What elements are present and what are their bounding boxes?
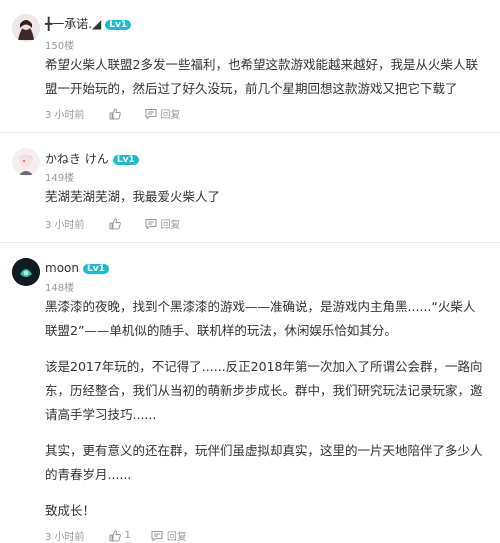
comment-paragraph: 黑漆漆的夜晚，找到个黑漆漆的游戏——准确说，是游戏内主角黑......“火柴人联… <box>45 299 476 338</box>
divider <box>0 242 500 243</box>
comment-icon <box>145 108 157 119</box>
username[interactable]: moon Lv1 <box>45 261 109 275</box>
thumbs-up-icon <box>109 529 121 541</box>
comment-actions: 3 小时前 1 回复 <box>45 528 207 543</box>
comment-paragraph: 希望火柴人联盟2多发一些福利，也希望这款游戏能越来越好，我是从火柴人联盟一开始玩… <box>45 57 478 96</box>
thumbs-up-icon <box>109 107 121 119</box>
username-text[interactable]: ╋一承诺.◢ <box>45 17 101 31</box>
comment-paragraph: 芜湖芜湖芜湖，我最爱火柴人了 <box>45 189 221 204</box>
comment-paragraph: 其实，更有意义的还在群，玩伴们虽虚拟却真实，这里的一片天地陪伴了多少人的青春岁月… <box>45 443 483 482</box>
avatar[interactable] <box>12 14 40 42</box>
floor-number: 148楼 <box>45 283 75 294</box>
comment-body: 希望火柴人联盟2多发一些福利，也希望这款游戏能越来越好，我是从火柴人联盟一开始玩… <box>45 53 485 101</box>
like-button[interactable] <box>109 107 125 120</box>
like-button[interactable] <box>109 217 125 230</box>
like-button[interactable]: 1 <box>109 529 131 542</box>
floor-number: 149楼 <box>45 173 75 184</box>
comment-body: 黑漆漆的夜晚，找到个黑漆漆的游戏——准确说，是游戏内主角黑......“火柴人联… <box>45 295 485 535</box>
username-text[interactable]: かねき けん <box>45 152 109 166</box>
like-count: 1 <box>124 530 131 541</box>
username[interactable]: かねき けん Lv1 <box>45 150 139 167</box>
reply-button[interactable]: 回复 <box>145 106 181 121</box>
username[interactable]: ╋一承诺.◢ Lv1 <box>45 15 132 32</box>
divider <box>0 132 500 133</box>
reply-label[interactable]: 回复 <box>161 216 181 231</box>
comment-icon <box>151 530 163 541</box>
floor-number: 150楼 <box>45 41 75 52</box>
avatar[interactable] <box>12 258 40 286</box>
timestamp: 3 小时前 <box>45 532 85 543</box>
reply-label[interactable]: 回复 <box>167 528 187 543</box>
timestamp: 3 小时前 <box>45 110 85 121</box>
level-badge: Lv1 <box>82 264 109 274</box>
username-text[interactable]: moon <box>45 261 79 275</box>
comment-actions: 3 小时前 回复 <box>45 106 201 121</box>
comment-body: 芜湖芜湖芜湖，我最爱火柴人了 <box>45 185 485 209</box>
level-badge: Lv1 <box>105 20 132 30</box>
thumbs-up-icon <box>109 217 121 229</box>
reply-button[interactable]: 回复 <box>145 216 181 231</box>
comment-actions: 3 小时前 回复 <box>45 216 201 231</box>
timestamp: 3 小时前 <box>45 220 85 231</box>
comment-paragraph: 该是2017年玩的，不记得了......反正2018年第一次加入了所谓公会群，一… <box>45 359 483 422</box>
comment-paragraph: 致成长！ <box>45 503 96 518</box>
level-badge: Lv1 <box>112 155 139 165</box>
reply-label[interactable]: 回复 <box>161 106 181 121</box>
avatar[interactable] <box>12 148 40 176</box>
comment-icon <box>145 218 157 229</box>
reply-button[interactable]: 回复 <box>151 528 187 543</box>
